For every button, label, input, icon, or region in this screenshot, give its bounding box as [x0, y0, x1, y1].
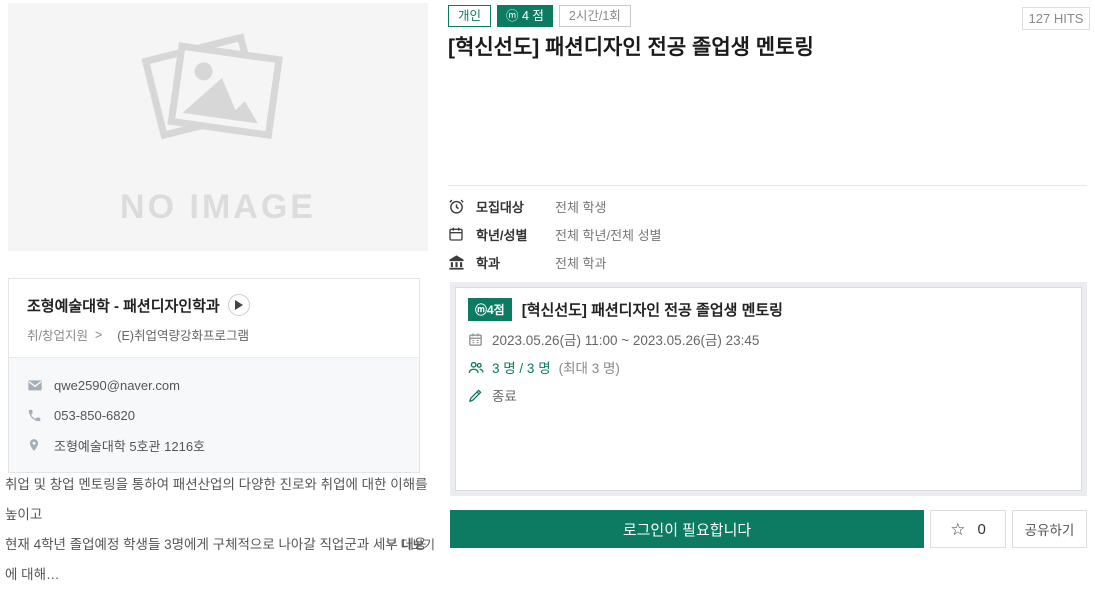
people-icon	[468, 359, 484, 375]
calendar-icon	[448, 225, 466, 243]
org-card-top: 조형예술대학 - 패션디자인학과 취/창업지원 > (E)취업역량강화프로그램	[9, 279, 419, 357]
department-label: 학과	[476, 255, 500, 271]
chevron-down-icon	[386, 540, 397, 547]
session-status-row: 종료	[468, 385, 1069, 405]
page-title: [혁신선도] 패션디자인 전공 졸업생 멘토링	[448, 36, 814, 59]
breadcrumb-parent[interactable]: 취/창업지원	[27, 325, 88, 344]
hits-badge: 127 HITS	[1022, 7, 1090, 30]
badge-points: ⓜ 4 점	[497, 5, 553, 27]
capacity-note: (최대 3 명)	[558, 361, 620, 376]
header-badges: 개인 ⓜ 4 점 2시간/1회	[448, 5, 631, 27]
phone-text: 053-850-6820	[54, 407, 135, 423]
badge-duration: 2시간/1회	[558, 5, 631, 27]
email-row: qwe2590@naver.com	[27, 370, 401, 400]
recruit-target-label: 모집대상	[476, 199, 524, 215]
recruit-target-value: 전체 학생	[555, 199, 607, 215]
grade-gender-value: 전체 학년/전체 성별	[555, 227, 662, 243]
capacity-highlight: 3 명 / 3 명	[492, 361, 551, 376]
phone-row: 053-850-6820	[27, 400, 401, 430]
breadcrumb: 취/창업지원 > (E)취업역량강화프로그램	[27, 325, 401, 344]
badge-personal: 개인	[448, 5, 492, 27]
phone-icon	[27, 407, 43, 423]
map-pin-icon	[27, 437, 43, 453]
mail-icon	[27, 377, 43, 393]
location-row: 조형예술대학 5호관 1216호	[27, 430, 401, 460]
session-points-badge: ⓜ4점	[468, 298, 512, 321]
university-icon	[448, 253, 466, 271]
favorite-count: 0	[977, 520, 986, 538]
more-label: 더보기	[400, 538, 435, 552]
no-image-icon	[138, 27, 298, 162]
org-contact-section: qwe2590@naver.com 053-850-6820 조형예술대학 5호…	[9, 357, 419, 472]
breadcrumb-current[interactable]: (E)취업역량강화프로그램	[117, 325, 249, 344]
session-date-text: 2023.05.26(금) 11:00 ~ 2023.05.26(금) 23:4…	[492, 333, 760, 348]
department-row: 학과 전체 학과	[448, 248, 1087, 276]
play-button[interactable]	[227, 294, 250, 316]
chevron-right-icon: >	[94, 327, 103, 342]
share-button[interactable]: 공유하기	[1012, 510, 1087, 548]
pencil-icon	[468, 387, 484, 403]
session-card-inner: ⓜ4점 [혁신선도] 패션디자인 전공 졸업생 멘토링 2023.05.26(금…	[455, 287, 1082, 491]
image-placeholder: NO IMAGE	[8, 3, 428, 251]
session-capacity-row: 3 명 / 3 명 (최대 3 명)	[468, 357, 1069, 377]
department-value: 전체 학과	[555, 255, 607, 271]
more-button[interactable]: 더보기	[386, 534, 435, 553]
grade-gender-row: 학년/성별 전체 학년/전체 성별	[448, 220, 1087, 248]
session-date-row: 2023.05.26(금) 11:00 ~ 2023.05.26(금) 23:4…	[468, 329, 1069, 349]
favorite-button[interactable]: ☆ 0	[930, 510, 1006, 548]
location-text: 조형예술대학 5호관 1216호	[54, 438, 206, 454]
alarm-clock-icon	[448, 197, 466, 215]
info-divider	[448, 185, 1087, 186]
org-title: 조형예술대학 - 패션디자인학과	[27, 297, 220, 315]
description-block: 취업 및 창업 멘토링을 통하여 패션산업의 다양한 진로와 취업에 대한 이해…	[5, 470, 437, 590]
calendar-date-icon	[468, 331, 484, 347]
org-card: 조형예술대학 - 패션디자인학과 취/창업지원 > (E)취업역량강화프로그램 …	[8, 278, 420, 473]
recruit-target-row: 모집대상 전체 학생	[448, 192, 1087, 220]
grade-gender-label: 학년/성별	[476, 227, 528, 243]
login-button[interactable]: 로그인이 필요합니다	[450, 510, 924, 548]
email-text: qwe2590@naver.com	[54, 377, 180, 393]
star-icon: ☆	[950, 519, 966, 539]
description-line-2: 현재 4학년 졸업예정 학생들 3명에게 구체적으로 나아갈 직업군과 세부 내…	[5, 537, 427, 582]
session-status-text: 종료	[492, 389, 517, 404]
info-rows: 모집대상 전체 학생 학년/성별 전체 학년/전체 성별 학과 전체 학과	[448, 192, 1087, 276]
session-title: [혁신선도] 패션디자인 전공 졸업생 멘토링	[521, 302, 783, 319]
session-card: ⓜ4점 [혁신선도] 패션디자인 전공 졸업생 멘토링 2023.05.26(금…	[450, 282, 1087, 496]
description-line-1: 취업 및 창업 멘토링을 통하여 패션산업의 다양한 진로와 취업에 대한 이해…	[5, 477, 428, 522]
no-image-text: NO IMAGE	[120, 188, 316, 226]
play-icon	[235, 300, 244, 310]
